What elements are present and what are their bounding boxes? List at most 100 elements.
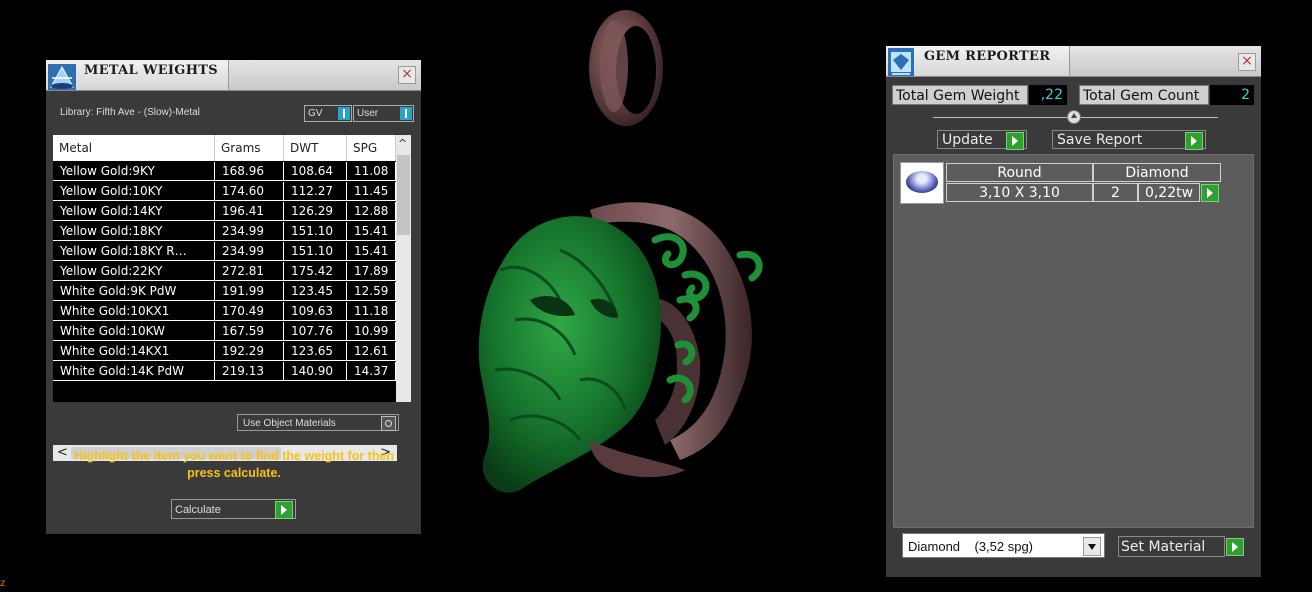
gem-reporter-titlebar[interactable]: GEM REPORTER × — [886, 46, 1261, 77]
metal-weights-titlebar[interactable]: METAL WEIGHTS × — [46, 60, 421, 91]
update-label: Update — [942, 132, 993, 148]
total-gem-count-label: Total Gem Count — [1079, 85, 1209, 105]
set-material-label: Set Material — [1121, 539, 1206, 555]
gem-reporter-title-tab: GEM REPORTER — [886, 46, 1070, 76]
play-arrow-icon[interactable] — [1201, 184, 1219, 202]
cell-metal: Yellow Gold:18KY — [53, 222, 215, 241]
table-header: Metal Grams DWT SPG — [53, 135, 396, 161]
gem-reporter-title: GEM REPORTER — [924, 49, 1051, 64]
use-object-materials-label: Use Object Materials — [243, 418, 336, 429]
table-body: Yellow Gold:9KY 168.96 108.64 11.08 Yellow G… — [53, 162, 396, 382]
table-row[interactable]: Yellow Gold:10KY 174.60 112.27 11.45 — [53, 182, 396, 202]
close-icon[interactable]: × — [398, 66, 416, 84]
cell-dwt: 107.76 — [284, 322, 347, 341]
model-render — [478, 10, 763, 493]
cell-grams: 234.99 — [215, 222, 284, 241]
table-row[interactable]: Yellow Gold:9KY 168.96 108.64 11.08 — [53, 162, 396, 182]
table-row[interactable]: White Gold:10KX1 170.49 109.63 11.18 — [53, 302, 396, 322]
diamond-icon — [906, 171, 938, 193]
update-button[interactable]: Update — [937, 130, 1027, 150]
play-arrow-icon[interactable] — [1006, 132, 1024, 150]
gem-count: 2 — [1093, 183, 1138, 202]
gem-list[interactable]: Round Diamond 3,10 X 3,10 2 0,22tw — [893, 154, 1254, 528]
cell-grams: 168.96 — [215, 162, 284, 181]
cell-dwt: 109.63 — [284, 302, 347, 321]
material-select[interactable]: Diamond (3,52 spg) — [902, 533, 1105, 558]
metal-weights-title: METAL WEIGHTS — [84, 63, 218, 78]
library-label: Library: Fifth Ave - (Slow)-Metal — [60, 107, 200, 118]
table-row[interactable]: Yellow Gold:18KY 234.99 151.10 15.41 — [53, 222, 396, 242]
toggle-switch-icon — [338, 107, 350, 120]
total-gem-weight-label: Total Gem Weight — [892, 85, 1028, 105]
table-row[interactable]: Yellow Gold:18KY R… 234.99 151.10 15.41 — [53, 242, 396, 262]
column-header-dwt[interactable]: DWT — [284, 135, 347, 161]
cell-dwt: 126.29 — [284, 202, 347, 221]
cell-metal: White Gold:9K PdW — [53, 282, 215, 301]
total-gem-count-value: 2 — [1210, 85, 1254, 105]
gem-thumbnail — [900, 162, 944, 204]
cell-spg: 10.99 — [347, 322, 396, 341]
vertical-scrollbar[interactable]: ^ v — [396, 135, 411, 402]
table-row[interactable]: Yellow Gold:14KY 196.41 126.29 12.88 — [53, 202, 396, 222]
cell-metal: Yellow Gold:22KY — [53, 262, 215, 281]
gem-type: Diamond — [1093, 163, 1221, 182]
cell-grams: 191.99 — [215, 282, 284, 301]
column-header-grams[interactable]: Grams — [215, 135, 284, 161]
cell-metal: Yellow Gold:10KY — [53, 182, 215, 201]
cell-grams: 170.49 — [215, 302, 284, 321]
cell-spg: 15.41 — [347, 242, 396, 261]
play-arrow-icon[interactable] — [275, 501, 293, 519]
cell-metal: White Gold:14K PdW — [53, 362, 215, 381]
gem-reporter-panel: GEM REPORTER × Total Gem Weight ,22 Tota… — [886, 46, 1261, 577]
use-object-materials-option[interactable]: Use Object Materials — [237, 414, 399, 431]
metal-table[interactable]: Metal Grams DWT SPG Yellow Gold:9KY 168.9… — [53, 135, 411, 402]
close-icon[interactable]: × — [1238, 53, 1256, 71]
gv-toggle-label: GV — [308, 108, 323, 119]
cell-spg: 12.59 — [347, 282, 396, 301]
cell-spg: 12.88 — [347, 202, 396, 221]
cell-dwt: 123.45 — [284, 282, 347, 301]
user-toggle[interactable]: User — [353, 105, 414, 122]
chevron-up-icon[interactable]: ^ — [398, 137, 407, 150]
column-header-spg[interactable]: SPG — [347, 135, 396, 161]
user-toggle-label: User — [357, 108, 379, 119]
slider-handle[interactable] — [1067, 110, 1081, 124]
table-row[interactable]: White Gold:10KW 167.59 107.76 10.99 — [53, 322, 396, 342]
hint-text: Highlight the item you want to find the … — [73, 449, 395, 480]
scale-icon — [48, 64, 76, 90]
toggle-switch-icon — [400, 107, 412, 120]
radio-icon[interactable] — [381, 416, 396, 431]
play-arrow-icon[interactable] — [1185, 132, 1203, 150]
cell-grams: 167.59 — [215, 322, 284, 341]
metal-weights-panel: METAL WEIGHTS × Library: Fifth Ave - (Sl… — [46, 60, 421, 534]
table-row[interactable]: White Gold:14K PdW 219.13 140.90 14.37 — [53, 362, 396, 382]
cell-spg: 11.18 — [347, 302, 396, 321]
table-row[interactable]: Yellow Gold:22KY 272.81 175.42 17.89 — [53, 262, 396, 282]
cell-grams: 192.29 — [215, 342, 284, 361]
gem-shape: Round — [946, 163, 1093, 182]
cell-grams: 196.41 — [215, 202, 284, 221]
cell-dwt: 175.42 — [284, 262, 347, 281]
cell-metal: White Gold:10KW — [53, 322, 215, 341]
scrollbar-thumb[interactable] — [397, 155, 410, 235]
calculate-label: Calculate — [175, 504, 221, 516]
cell-grams: 219.13 — [215, 362, 284, 381]
save-report-button[interactable]: Save Report — [1052, 130, 1206, 150]
gem-weight: 0,22tw — [1138, 183, 1200, 202]
save-report-label: Save Report — [1057, 132, 1143, 148]
cell-metal: White Gold:10KX1 — [53, 302, 215, 321]
set-material-button[interactable]: Set Material — [1118, 536, 1244, 557]
calculate-button[interactable]: Calculate — [171, 499, 296, 519]
gv-toggle[interactable]: GV — [304, 105, 352, 122]
column-header-metal[interactable]: Metal — [53, 135, 215, 161]
cell-spg: 11.45 — [347, 182, 396, 201]
total-gem-weight-value: ,22 — [1029, 85, 1067, 105]
chevron-down-icon[interactable] — [1083, 537, 1101, 556]
table-row[interactable]: White Gold:9K PdW 191.99 123.45 12.59 — [53, 282, 396, 302]
3d-viewport[interactable]: z — [0, 0, 870, 589]
cell-spg: 11.08 — [347, 162, 396, 181]
play-arrow-icon[interactable] — [1226, 538, 1244, 556]
table-row[interactable]: White Gold:14KX1 192.29 123.65 12.61 — [53, 342, 396, 362]
cell-spg: 12.61 — [347, 342, 396, 361]
cell-metal: White Gold:14KX1 — [53, 342, 215, 361]
